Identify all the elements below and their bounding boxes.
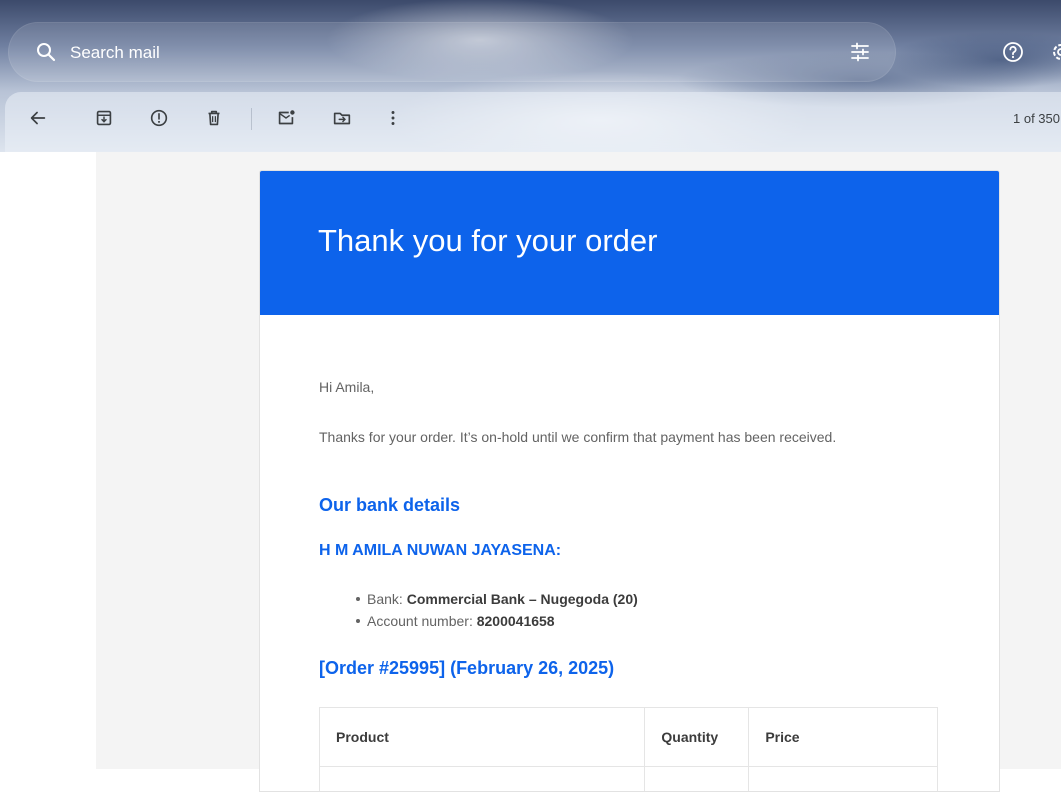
email-title: Thank you for your order <box>318 223 657 259</box>
pagination-count: 1 of 350 <box>1013 111 1060 126</box>
bank-details-heading: Our bank details <box>319 495 460 516</box>
archive-icon[interactable] <box>93 107 115 129</box>
greeting: Hi Amila, <box>319 379 374 395</box>
search-input[interactable] <box>68 40 772 66</box>
column-header-product: Product <box>320 708 645 767</box>
column-header-price: Price <box>749 708 938 767</box>
account-number-label: Account number: <box>367 613 473 629</box>
more-vert-icon[interactable] <box>382 107 404 129</box>
toolbar-divider <box>251 108 252 130</box>
order-heading: [Order #25995] (February 26, 2025) <box>319 658 614 679</box>
email-message: Thank you for your order Hi Amila, Thank… <box>259 170 1000 792</box>
account-name-heading: H M AMILA NUWAN JAYASENA: <box>319 542 561 560</box>
account-number-value: 8200041658 <box>477 613 555 629</box>
trash-icon[interactable] <box>203 107 225 129</box>
bank-value: Commercial Bank – Nugegoda (20) <box>407 591 638 607</box>
bank-detail-item: Account number: 8200041658 <box>367 610 638 632</box>
bank-label: Bank: <box>367 591 403 607</box>
table-row <box>320 767 938 792</box>
intro-text: Thanks for your order. It’s on-hold unti… <box>319 426 919 449</box>
bank-detail-item: Bank: Commercial Bank – Nugegoda (20) <box>367 588 638 610</box>
search-icon[interactable] <box>34 40 58 64</box>
move-to-icon[interactable] <box>331 107 353 129</box>
settings-icon[interactable] <box>1049 40 1061 64</box>
report-spam-icon[interactable] <box>148 107 170 129</box>
back-arrow-icon[interactable] <box>27 107 49 129</box>
order-table-header-row: Product Quantity Price <box>320 708 938 767</box>
help-icon[interactable] <box>1001 40 1025 64</box>
mark-unread-icon[interactable] <box>275 107 297 129</box>
message-toolbar: 1 of 350 <box>5 92 1061 152</box>
email-header-banner: Thank you for your order <box>260 171 999 315</box>
tune-icon[interactable] <box>848 40 872 64</box>
search-bar[interactable] <box>8 22 896 82</box>
column-header-quantity: Quantity <box>645 708 749 767</box>
order-table: Product Quantity Price <box>319 707 938 792</box>
bank-details-list: Bank: Commercial Bank – Nugegoda (20) Ac… <box>319 588 638 632</box>
